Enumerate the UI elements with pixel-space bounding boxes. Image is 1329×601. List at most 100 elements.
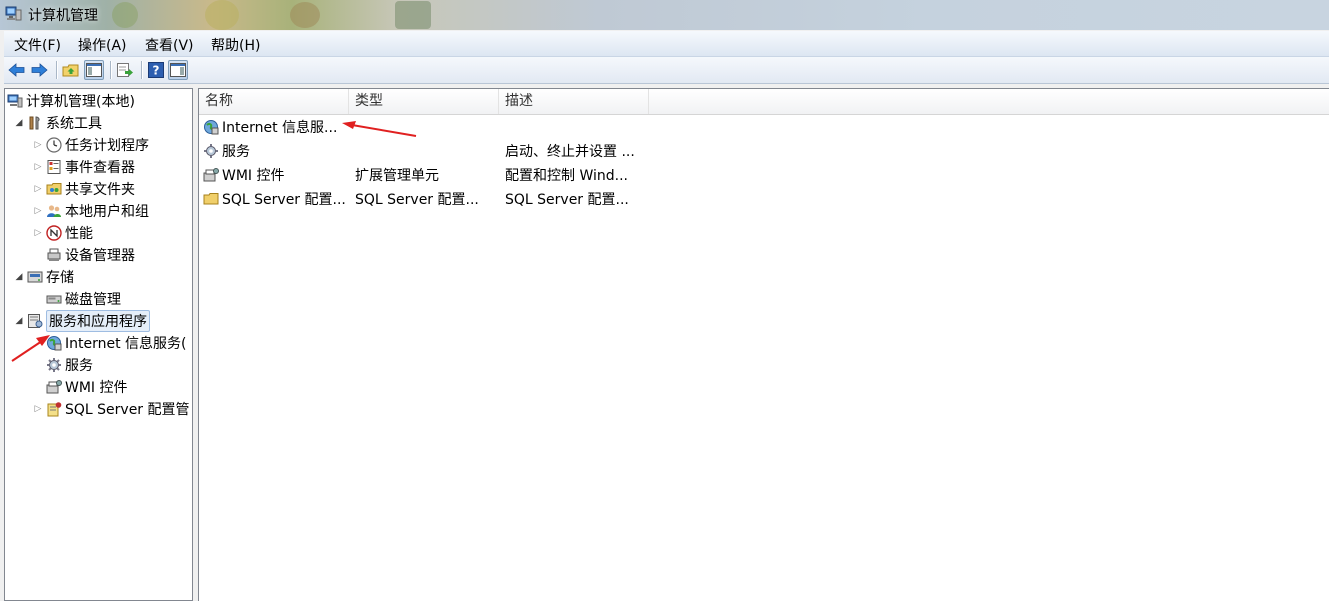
- tree-item-services[interactable]: 服务: [44, 354, 93, 376]
- desktop-blur-blob: [290, 2, 320, 28]
- tools-icon: [29, 116, 40, 130]
- users-icon: [47, 205, 61, 217]
- tree-item-root[interactable]: 计算机管理(本地): [7, 90, 135, 112]
- expand-triangle-icon[interactable]: ▷: [32, 184, 44, 194]
- desktop-blur-blob: [395, 1, 431, 29]
- tree-item-label: WMI 控件: [65, 380, 128, 396]
- tree-item-label: Internet 信息服务(: [65, 336, 187, 352]
- desktop-blur-blob: [112, 2, 138, 28]
- tree-item-shared-folders[interactable]: ▷ 共享文件夹: [32, 178, 135, 200]
- gear-icon: [47, 358, 61, 372]
- expand-triangle-icon[interactable]: ▷: [32, 404, 44, 414]
- cell-name-text: 服务: [222, 144, 250, 160]
- cell-name: SQL Server 配置...: [203, 188, 346, 212]
- export-list-icon: [117, 63, 133, 77]
- forward-button[interactable]: [29, 60, 49, 80]
- event-viewer-icon: [47, 160, 61, 174]
- menu-view[interactable]: 查看(V): [145, 35, 194, 55]
- expand-triangle-icon[interactable]: ▷: [32, 162, 44, 172]
- tree-item-storage[interactable]: ◢ 存储: [13, 266, 74, 288]
- tree-item-label: 系统工具: [46, 116, 102, 132]
- expand-triangle-icon[interactable]: ▷: [32, 206, 44, 216]
- tree-item-device-manager[interactable]: 设备管理器: [44, 244, 135, 266]
- desktop-blur-blob: [205, 0, 239, 30]
- services-apps-icon: [28, 314, 43, 328]
- tree-item-label: 任务计划程序: [65, 138, 149, 154]
- tree-item-label: 服务: [65, 358, 93, 374]
- tree-item-wmi-control[interactable]: WMI 控件: [44, 376, 128, 398]
- expand-triangle-icon[interactable]: ▷: [32, 140, 44, 150]
- tree-item-label: 事件查看器: [65, 160, 135, 176]
- show-console-tree-icon: [86, 63, 102, 77]
- menu-action[interactable]: 操作(A): [78, 35, 127, 55]
- disk-icon: [46, 295, 62, 304]
- cell-name: WMI 控件: [203, 164, 285, 188]
- tree-item-label: 服务和应用程序: [46, 310, 150, 332]
- gear-icon: [204, 144, 218, 158]
- toolbar-separator: [110, 61, 112, 79]
- list-item-sql-server-config[interactable]: SQL Server 配置... SQL Server 配置... SQL Se…: [199, 188, 659, 212]
- toolbar-separator: [141, 61, 143, 79]
- tree-item-iis[interactable]: Internet 信息服务(: [44, 332, 187, 354]
- tree-item-services-applications[interactable]: ◢ 服务和应用程序: [13, 310, 150, 332]
- help-icon: ?: [148, 62, 164, 78]
- iis-icon: [47, 336, 62, 351]
- tree-item-label: 性能: [65, 226, 93, 242]
- list-header: 名称 类型 描述: [199, 89, 1329, 115]
- tree-item-task-scheduler[interactable]: ▷ 任务计划程序: [32, 134, 149, 156]
- tree-item-label: 计算机管理(本地): [26, 94, 135, 110]
- iis-icon: [204, 120, 219, 135]
- list-item-wmi-control[interactable]: WMI 控件 扩展管理单元 配置和控制 Wind...: [199, 164, 659, 188]
- title-bar[interactable]: 计算机管理: [0, 0, 1329, 30]
- up-one-level-button[interactable]: [61, 60, 81, 80]
- list-item-iis[interactable]: Internet 信息服...: [199, 116, 659, 140]
- back-button[interactable]: [7, 60, 27, 80]
- tree-item-disk-management[interactable]: 磁盘管理: [44, 288, 121, 310]
- tree-item-system-tools[interactable]: ◢ 系统工具: [13, 112, 102, 134]
- clock-icon: [46, 137, 62, 153]
- column-header-description[interactable]: 描述: [499, 89, 649, 114]
- tree-item-sql-server-config[interactable]: ▷ SQL Server 配置管: [32, 398, 190, 420]
- tree-item-local-users-groups[interactable]: ▷ 本地用户和组: [32, 200, 149, 222]
- column-header-type[interactable]: 类型: [349, 89, 499, 114]
- tree-item-label: 本地用户和组: [65, 204, 149, 220]
- toolbar-separator: [56, 61, 58, 79]
- collapse-triangle-icon[interactable]: ◢: [13, 316, 25, 326]
- forward-arrow-icon: [31, 63, 48, 77]
- cell-name: 服务: [203, 140, 250, 164]
- performance-icon: [46, 225, 62, 241]
- show-hide-console-tree-button[interactable]: [84, 60, 104, 80]
- toolbar: ?: [4, 57, 1329, 84]
- tree-item-label: SQL Server 配置管: [65, 402, 190, 418]
- cell-type: 扩展管理单元: [355, 168, 439, 184]
- cell-name-text: WMI 控件: [222, 168, 285, 184]
- cell-name-text: SQL Server 配置...: [222, 192, 346, 208]
- up-folder-icon: [62, 64, 79, 77]
- tree-item-label: 共享文件夹: [65, 182, 135, 198]
- menu-help[interactable]: 帮助(H): [211, 35, 260, 55]
- tree-item-performance[interactable]: ▷ 性能: [32, 222, 93, 244]
- shared-folder-icon: [46, 183, 62, 195]
- window-title: 计算机管理: [28, 8, 98, 24]
- menu-bar: 文件(F) 操作(A) 查看(V) 帮助(H): [4, 31, 1329, 57]
- menu-file[interactable]: 文件(F): [14, 35, 61, 55]
- show-action-pane-icon: [170, 63, 186, 77]
- cell-description: 启动、终止并设置 ...: [505, 144, 635, 160]
- export-list-button[interactable]: [115, 60, 135, 80]
- wmi-icon: [203, 168, 219, 182]
- column-header-name[interactable]: 名称: [199, 89, 349, 114]
- sql-server-icon: [47, 402, 62, 417]
- results-list: 名称 类型 描述 Internet 信息服... 服务 启动、终止并设置 ...…: [198, 88, 1329, 601]
- list-item-services[interactable]: 服务 启动、终止并设置 ...: [199, 140, 659, 164]
- help-button[interactable]: ?: [146, 60, 166, 80]
- computer-management-icon: [5, 6, 22, 21]
- expand-triangle-icon[interactable]: ▷: [32, 228, 44, 238]
- tree-item-event-viewer[interactable]: ▷ 事件查看器: [32, 156, 135, 178]
- collapse-triangle-icon[interactable]: ◢: [13, 272, 25, 282]
- back-arrow-icon: [8, 63, 25, 77]
- cell-description: SQL Server 配置...: [505, 192, 629, 208]
- storage-icon: [27, 271, 43, 283]
- show-hide-action-pane-button[interactable]: [168, 60, 188, 80]
- collapse-triangle-icon[interactable]: ◢: [13, 118, 25, 128]
- console-tree: 计算机管理(本地) ◢ 系统工具 ▷ 任务计划程序 ▷ 事件查看器 ▷ 共享文件…: [4, 88, 193, 601]
